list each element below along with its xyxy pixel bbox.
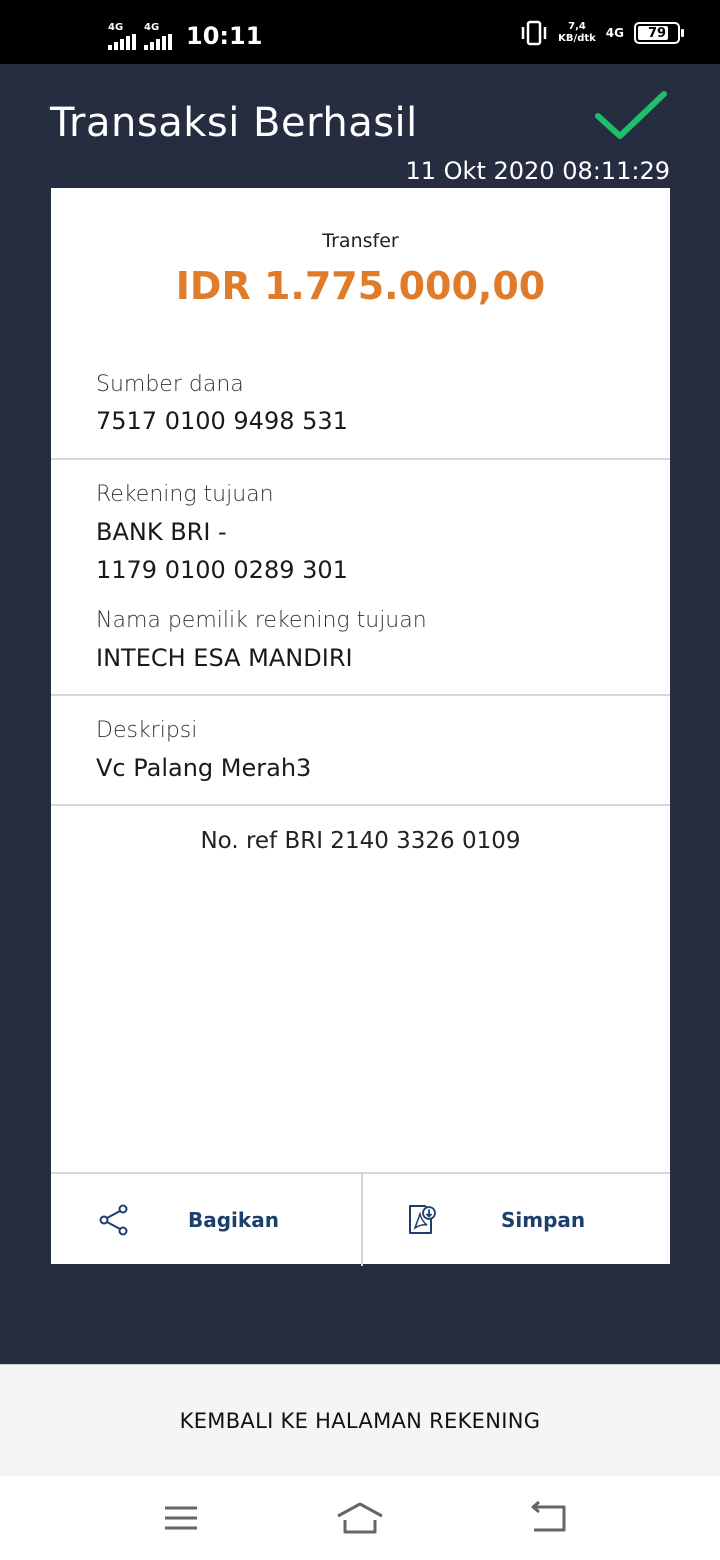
description-label: Deskripsi (96, 718, 198, 743)
save-button[interactable]: Simpan (363, 1174, 663, 1266)
battery-icon: 79 (634, 22, 684, 44)
source-label: Sumber dana (96, 372, 244, 397)
clock: 10:11 (186, 22, 263, 50)
owner-label: Nama pemilik rekening tujuan (96, 608, 427, 633)
network-speed: 7,4 KB/dtk (558, 21, 596, 45)
speed-unit: KB/dtk (558, 33, 596, 44)
source-account: 7517 0100 9498 531 (96, 407, 348, 435)
signal-icon: 4G (144, 22, 176, 50)
status-right: 7,4 KB/dtk 4G 79 (520, 20, 684, 46)
receipt-card: Transfer IDR 1.775.000,00 Sumber dana 75… (51, 188, 670, 1266)
destination-label: Rekening tujuan (96, 482, 274, 507)
destination-account: 1179 0100 0289 301 (96, 556, 348, 584)
home-icon[interactable] (335, 1500, 385, 1536)
description-value: Vc Palang Merah3 (96, 754, 312, 782)
success-check-icon (595, 91, 667, 139)
transaction-amount: IDR 1.775.000,00 (175, 264, 546, 308)
menu-icon[interactable] (156, 1500, 206, 1536)
back-icon[interactable] (524, 1500, 574, 1536)
owner-name: INTECH ESA MANDIRI (96, 644, 353, 672)
status-left: 4G 4G 10:11 (108, 22, 262, 50)
battery-level: 79 (647, 25, 667, 41)
status-bar: 4G 4G 10:11 7,4 KB/dtk 4G 79 (0, 0, 720, 64)
save-label: Simpan (501, 1208, 586, 1232)
divider (51, 694, 670, 696)
speed-value: 7,4 (568, 21, 586, 32)
network-type-2: 4G (144, 22, 160, 33)
destination-bank: BANK BRI - (96, 518, 227, 546)
share-button[interactable]: Bagikan (51, 1174, 351, 1266)
network-type-1: 4G (108, 22, 124, 33)
divider (51, 804, 670, 806)
pdf-download-icon (409, 1205, 436, 1234)
action-bar: Bagikan Simpan (51, 1172, 670, 1266)
divider (51, 458, 670, 460)
transaction-type: Transfer (322, 230, 399, 252)
vibrate-icon (521, 20, 547, 46)
system-nav-bar (0, 1476, 720, 1560)
share-icon (99, 1204, 128, 1236)
page-title: Transaksi Berhasil (50, 100, 418, 146)
network-type-right: 4G (605, 26, 624, 40)
reference-number: No. ref BRI 2140 3326 0109 (200, 828, 521, 854)
share-label: Bagikan (188, 1208, 279, 1232)
back-to-account-button[interactable]: KEMBALI KE HALAMAN REKENING (0, 1364, 720, 1477)
transaction-datetime: 11 Okt 2020 08:11:29 (405, 157, 671, 185)
signal-icon: 4G (108, 22, 140, 50)
